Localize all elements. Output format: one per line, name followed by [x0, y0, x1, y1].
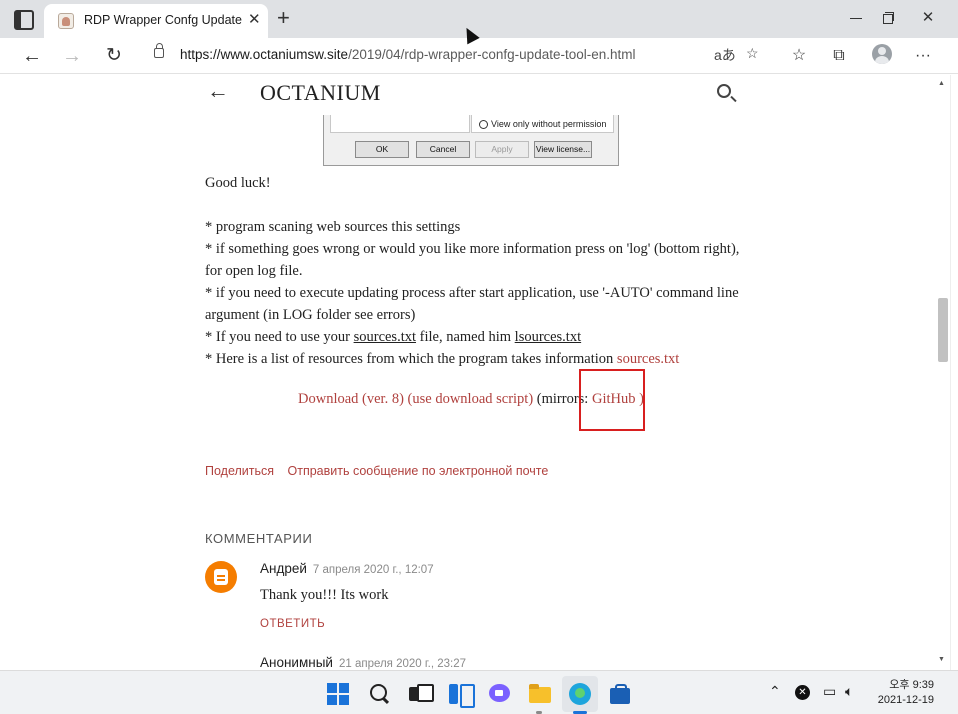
comment-author: Анонимный 21 апреля 2020 г., 23:27	[260, 655, 466, 670]
note-line: * if something goes wrong or would you l…	[205, 241, 740, 279]
radio-icon	[479, 120, 488, 129]
forward-button[interactable]: →	[58, 42, 86, 70]
refresh-button[interactable]: ↻	[100, 42, 128, 70]
back-button[interactable]: ←	[18, 42, 46, 70]
tab-title: RDP Wrapper Confg Update	[84, 13, 242, 27]
comment-body: Thank you!!! Its work	[260, 587, 389, 603]
dialog-pane	[330, 115, 470, 133]
blog-back-arrow-icon[interactable]: ←	[207, 78, 229, 104]
new-tab-button[interactable]: +	[277, 6, 290, 30]
minimize-button[interactable]	[846, 8, 866, 28]
dialog-apply-button: Apply	[475, 141, 529, 158]
comment-author-name[interactable]: Андрей	[260, 561, 307, 576]
close-tab-icon[interactable]: ✕	[248, 12, 261, 28]
scrollbar-thumb[interactable]	[938, 298, 948, 362]
read-aloud-icon[interactable]: aあ	[714, 45, 736, 65]
teams-chat-icon[interactable]	[489, 683, 511, 705]
page-viewport: ← OCTANIUM View only without permission …	[0, 75, 958, 670]
blogger-avatar-icon[interactable]	[205, 561, 237, 593]
title-bar: RDP Wrapper Confg Update ✕ + ✕	[0, 0, 958, 38]
favorites-icon[interactable]: ☆	[788, 45, 810, 67]
comment-author-name: Анонимный	[260, 655, 333, 670]
vertical-scrollbar[interactable]	[934, 75, 950, 670]
lock-icon[interactable]	[154, 43, 164, 58]
share-link[interactable]: Поделиться	[205, 464, 274, 478]
dialog-ok-button: OK	[355, 141, 409, 158]
download-script-link[interactable]: (use download script)	[408, 391, 534, 407]
add-favorite-icon[interactable]: ☆	[746, 45, 759, 62]
good-luck-text: Good luck!	[205, 175, 271, 191]
collections-icon[interactable]: ⧉	[828, 45, 850, 67]
task-view-icon[interactable]	[409, 683, 434, 705]
address-bar[interactable]: https://www.octaniumsw.site/2019/04/rdp-…	[140, 40, 772, 70]
taskbar-search-icon[interactable]	[369, 683, 391, 705]
red-highlight-box	[579, 369, 645, 431]
url-text[interactable]: https://www.octaniumsw.site/2019/04/rdp-…	[180, 47, 636, 62]
edge-browser-icon[interactable]	[569, 683, 591, 705]
clock-time: 오후 9:39	[889, 679, 934, 691]
dialog-view-license-button: View license...	[534, 141, 592, 158]
scroll-up-arrow-icon[interactable]: ▲	[938, 80, 945, 87]
clock-date: 2021-12-19	[877, 694, 934, 706]
scroll-down-arrow-icon[interactable]: ▼	[938, 656, 945, 663]
start-button-icon[interactable]	[327, 683, 349, 705]
email-post-link[interactable]: Отправить сообщение по электронной почте	[288, 464, 549, 478]
comments-heading: КОММЕНТАРИИ	[205, 531, 313, 546]
profile-avatar[interactable]	[872, 44, 892, 64]
article-body: Good luck! * program scaning web sources…	[205, 172, 745, 370]
lsources-txt-link[interactable]: lsources.txt	[515, 329, 581, 345]
note-line: * If you need to use your sources.txt fi…	[205, 329, 582, 345]
reply-link[interactable]: ОТВЕТИТЬ	[260, 618, 325, 630]
site-favicon-icon	[58, 13, 74, 29]
widgets-icon[interactable]	[449, 683, 475, 708]
restore-button[interactable]	[878, 8, 898, 28]
taskbar: ⌃ ✕ ▭ 🔈︎ 오후 9:39 2021-12-19	[0, 670, 958, 714]
clock[interactable]: 오후 9:39 2021-12-19	[874, 678, 934, 708]
chevron-up-icon[interactable]: ⌃	[769, 683, 781, 700]
volume-icon[interactable]: 🔈︎	[845, 683, 853, 700]
search-icon[interactable]	[717, 84, 731, 98]
sources-txt-link[interactable]: sources.txt	[354, 329, 416, 345]
browser-toolbar: ← → ↻ https://www.octaniumsw.site/2019/0…	[0, 38, 958, 74]
more-menu-icon[interactable]: ···	[912, 45, 934, 67]
tab-actions-icon[interactable]	[14, 10, 34, 30]
blog-header: ← OCTANIUM	[8, 75, 934, 113]
download-link[interactable]: Download (ver. 8)	[298, 391, 404, 407]
note-line: * Here is a list of resources from which…	[205, 351, 680, 367]
active-tab[interactable]: RDP Wrapper Confg Update ✕	[44, 4, 268, 38]
window-edge	[950, 75, 958, 670]
network-icon[interactable]: ▭	[823, 683, 836, 700]
dialog-radio-label: View only without permission	[491, 119, 607, 129]
close-window-button[interactable]: ✕	[918, 8, 938, 28]
comment-date[interactable]: 7 апреля 2020 г., 12:07	[313, 564, 434, 576]
file-explorer-icon[interactable]	[529, 683, 551, 705]
sources-list-link[interactable]: sources.txt	[617, 351, 679, 367]
comment-date[interactable]: 21 апреля 2020 г., 23:27	[339, 658, 466, 670]
comment-author: Андрей 7 апреля 2020 г., 12:07	[260, 561, 434, 576]
blog-title[interactable]: OCTANIUM	[260, 80, 381, 106]
note-line: * if you need to execute updating proces…	[205, 285, 739, 323]
microsoft-store-icon[interactable]	[609, 683, 631, 705]
embedded-dialog-screenshot: View only without permission OK Cancel A…	[323, 115, 619, 166]
share-bar: Поделиться Отправить сообщение по электр…	[205, 464, 558, 478]
note-line: * program scaning web sources this setti…	[205, 219, 461, 235]
dialog-cancel-button: Cancel	[416, 141, 470, 158]
tray-app-icon[interactable]: ✕	[795, 685, 810, 700]
